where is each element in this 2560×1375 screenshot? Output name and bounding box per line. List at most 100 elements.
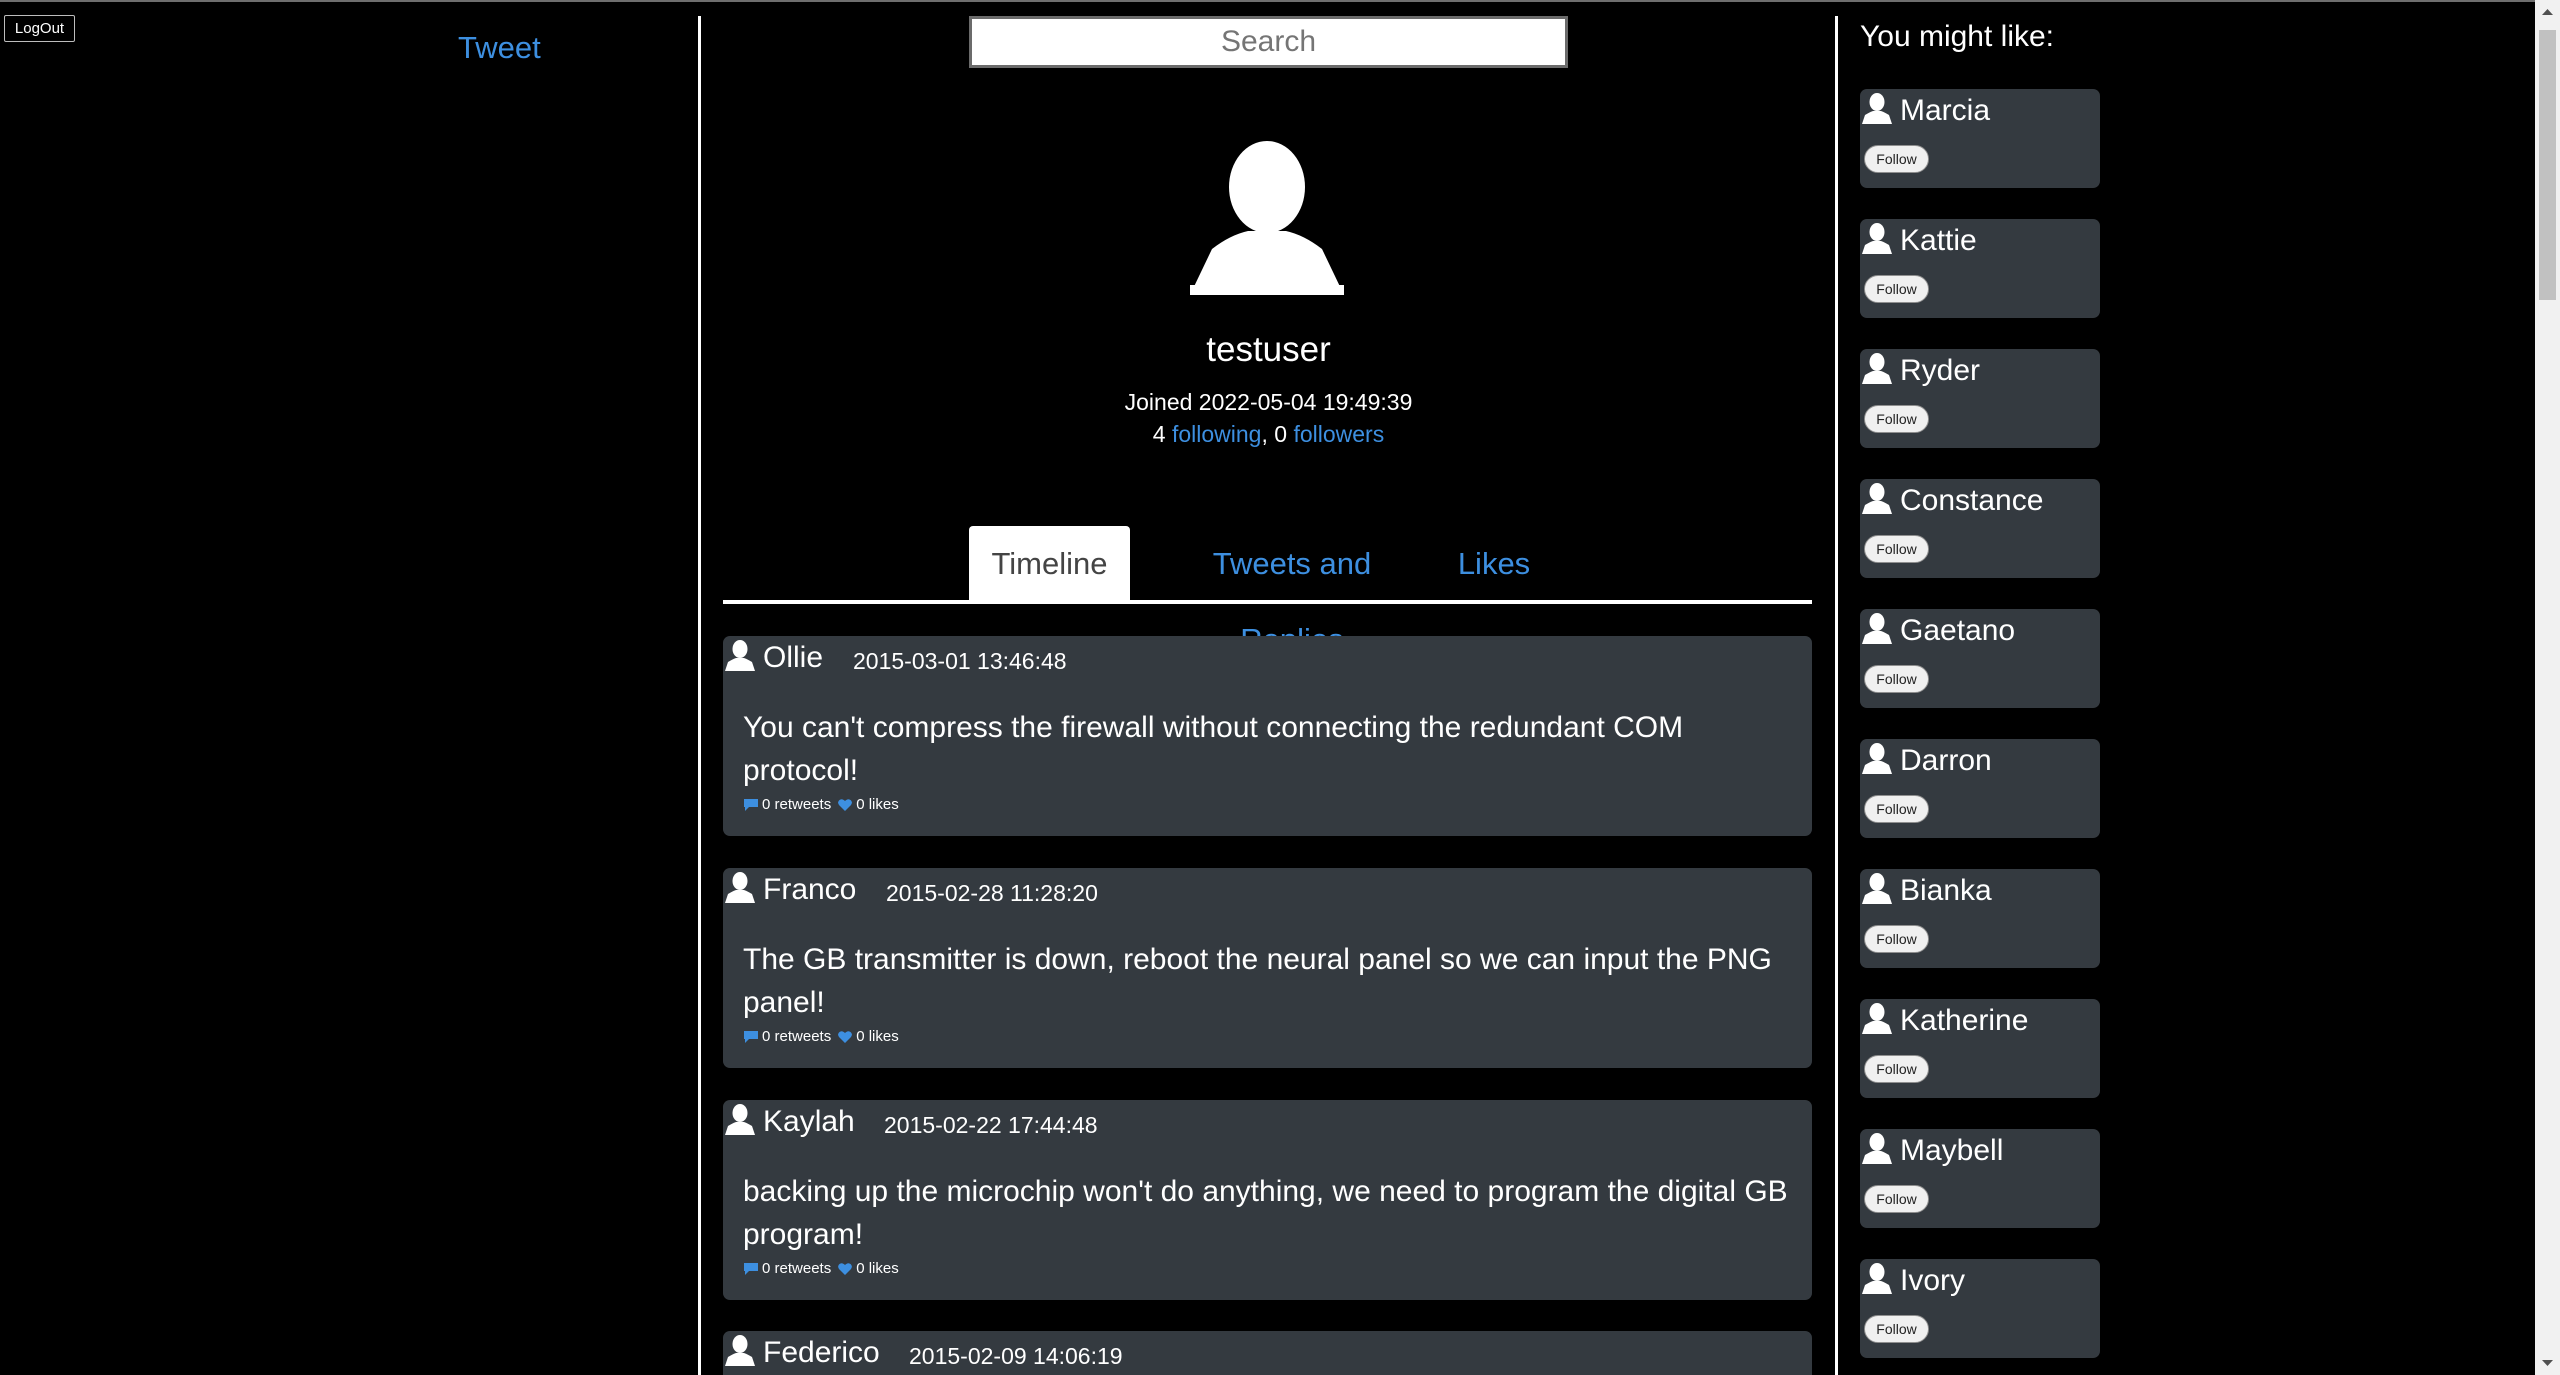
page-scrollbar[interactable] (2535, 0, 2560, 1375)
tweet-date: 2015-02-09 14:06:19 (909, 1343, 1123, 1369)
suggested-user-card: Darron Follow (1860, 739, 2100, 838)
tab-timeline[interactable]: Timeline (969, 526, 1130, 602)
tweet-stats: 0 retweets 0 likes (743, 1028, 899, 1045)
left-column-divider (698, 16, 701, 1375)
tweet-nav-link[interactable]: Tweet (458, 30, 541, 66)
tweet-card: Federico 2015-02-09 14:06:19 (723, 1331, 1812, 1375)
retweet-bubble-icon[interactable] (743, 1030, 759, 1044)
window-top-edge (0, 0, 2560, 2)
scroll-down-arrow-icon[interactable] (2535, 1350, 2560, 1375)
tweet-author[interactable]: Ollie (763, 641, 823, 675)
tweet-text: The GB transmitter is down, reboot the n… (743, 943, 1772, 1019)
user-avatar-icon (1862, 1263, 1892, 1294)
retweet-bubble-icon[interactable] (743, 1262, 759, 1276)
suggested-user-card: Ryder Follow (1860, 349, 2100, 448)
tweet-date: 2015-03-01 13:46:48 (853, 648, 1067, 674)
right-column-divider (1835, 16, 1838, 1375)
suggested-user-name[interactable]: Kattie (1900, 224, 1977, 258)
profile-tabs: Timeline Tweets and Replies Likes (723, 526, 1812, 657)
profile-username: testuser (1206, 330, 1331, 369)
user-avatar-icon (1862, 93, 1892, 124)
user-avatar-icon (1862, 483, 1892, 514)
user-avatar-icon (1862, 1133, 1892, 1164)
user-avatar-icon (725, 640, 755, 671)
suggested-user-name[interactable]: Maybell (1900, 1134, 2003, 1168)
follow-button[interactable]: Follow (1864, 795, 1929, 823)
suggested-user-card: Gaetano Follow (1860, 609, 2100, 708)
search-input[interactable] (969, 16, 1568, 68)
suggested-user-card: Ivory Follow (1860, 1259, 2100, 1358)
suggested-user-card: Marcia Follow (1860, 89, 2100, 188)
like-count: 0 likes (856, 1260, 899, 1277)
suggested-user-card: Maybell Follow (1860, 1129, 2100, 1228)
tweet-card: Ollie 2015-03-01 13:46:48 You can't comp… (723, 636, 1812, 836)
profile-follow-counts: 4 following, 0 followers (1000, 421, 1537, 448)
like-heart-icon[interactable] (837, 798, 853, 812)
suggested-user-card: Constance Follow (1860, 479, 2100, 578)
follow-button[interactable]: Follow (1864, 1315, 1929, 1343)
follow-button[interactable]: Follow (1864, 925, 1929, 953)
tweet-author[interactable]: Federico (763, 1336, 880, 1370)
tweet-stats: 0 retweets 0 likes (743, 1260, 899, 1277)
like-heart-icon[interactable] (837, 1262, 853, 1276)
tweet-card: Franco 2015-02-28 11:28:20 The GB transm… (723, 868, 1812, 1068)
suggested-user-name[interactable]: Ivory (1900, 1264, 1965, 1298)
tweet-author[interactable]: Franco (763, 873, 856, 907)
tweet-text: You can't compress the firewall without … (743, 711, 1684, 787)
tweet-author[interactable]: Kaylah (763, 1105, 855, 1139)
tab-tweets-and-replies[interactable]: Tweets and Replies (1157, 526, 1427, 657)
suggested-user-name[interactable]: Gaetano (1900, 614, 2015, 648)
follow-button[interactable]: Follow (1864, 1185, 1929, 1213)
suggested-user-name[interactable]: Marcia (1900, 94, 1990, 128)
user-avatar-icon (1862, 743, 1892, 774)
count-separator: , (1261, 421, 1268, 447)
suggestions-heading: You might like: (1860, 20, 2055, 53)
tweet-stats: 0 retweets 0 likes (743, 796, 899, 813)
retweet-bubble-icon[interactable] (743, 798, 759, 812)
scroll-up-arrow-icon[interactable] (2535, 0, 2560, 25)
follow-button[interactable]: Follow (1864, 1055, 1929, 1083)
like-count: 0 likes (856, 1028, 899, 1045)
tweet-card: Kaylah 2015-02-22 17:44:48 backing up th… (723, 1100, 1812, 1300)
tab-likes[interactable]: Likes (1456, 526, 1532, 602)
follow-button[interactable]: Follow (1864, 405, 1929, 433)
user-avatar-icon (1862, 353, 1892, 384)
suggested-user-card: Bianka Follow (1860, 869, 2100, 968)
tweet-text: backing up the microchip won't do anythi… (743, 1175, 1788, 1251)
tweet-date: 2015-02-28 11:28:20 (886, 880, 1098, 906)
tab-underline (723, 600, 1812, 604)
user-avatar-icon (725, 872, 755, 903)
logout-button[interactable]: LogOut (4, 15, 75, 42)
followers-count: 0 (1274, 421, 1288, 447)
user-avatar-icon (1862, 1003, 1892, 1034)
follow-button[interactable]: Follow (1864, 535, 1929, 563)
user-avatar-icon (725, 1104, 755, 1135)
following-link[interactable]: following (1172, 421, 1262, 447)
like-heart-icon[interactable] (837, 1030, 853, 1044)
suggested-user-name[interactable]: Ryder (1900, 354, 1980, 388)
profile-avatar-icon (1190, 141, 1344, 295)
follow-button[interactable]: Follow (1864, 665, 1929, 693)
suggested-user-name[interactable]: Constance (1900, 484, 2043, 518)
retweet-count: 0 retweets (762, 796, 832, 813)
suggested-user-card: Kattie Follow (1860, 219, 2100, 318)
user-avatar-icon (1862, 613, 1892, 644)
follow-button[interactable]: Follow (1864, 275, 1929, 303)
followers-link[interactable]: followers (1293, 421, 1384, 447)
retweet-count: 0 retweets (762, 1028, 832, 1045)
user-avatar-icon (725, 1335, 755, 1366)
app-root: LogOut Tweet testuser Joined 2022-05-04 … (0, 0, 2560, 1375)
suggested-user-name[interactable]: Bianka (1900, 874, 1992, 908)
following-count: 4 (1152, 421, 1166, 447)
like-count: 0 likes (856, 796, 899, 813)
suggested-user-name[interactable]: Darron (1900, 744, 1992, 778)
user-avatar-icon (1862, 873, 1892, 904)
tweet-date: 2015-02-22 17:44:48 (884, 1112, 1098, 1138)
profile-joined-date: Joined 2022-05-04 19:49:39 (1124, 389, 1413, 415)
retweet-count: 0 retweets (762, 1260, 832, 1277)
suggested-user-card: Katherine Follow (1860, 999, 2100, 1098)
follow-button[interactable]: Follow (1864, 145, 1929, 173)
user-avatar-icon (1862, 223, 1892, 254)
suggested-user-name[interactable]: Katherine (1900, 1004, 2028, 1038)
scrollbar-thumb[interactable] (2539, 30, 2556, 300)
